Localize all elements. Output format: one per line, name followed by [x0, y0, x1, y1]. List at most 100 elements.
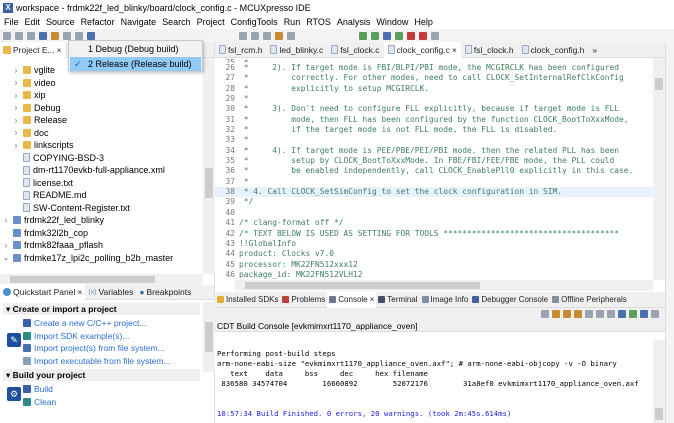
menu-configtools[interactable]: ConfigTools — [231, 17, 278, 27]
menu-edit[interactable]: Edit — [25, 17, 41, 27]
close-icon[interactable]: × — [77, 287, 82, 297]
tree-item[interactable]: license.txt — [0, 177, 203, 190]
chevron-right-icon[interactable]: › — [12, 66, 20, 75]
tab-clock-config-h[interactable]: clock_config.h — [518, 42, 589, 58]
tree-item[interactable]: › Debug — [0, 102, 203, 115]
tab-led-blinky-c[interactable]: led_blinky.c — [266, 42, 327, 58]
tab-breakpoints[interactable]: ● Breakpoints — [136, 284, 194, 300]
toolbar-icon[interactable] — [419, 31, 427, 40]
save-icon[interactable] — [15, 31, 23, 40]
menu-analysis[interactable]: Analysis — [337, 17, 371, 27]
scroll-lock-icon[interactable] — [574, 310, 582, 318]
toolbar-icon[interactable] — [87, 31, 95, 40]
quickstart-link[interactable]: Create a new C/C++ project... — [23, 317, 214, 330]
new-console-icon[interactable] — [651, 310, 659, 318]
console-output[interactable]: Performing post-build steps arm-none-eabi… — [217, 339, 653, 419]
menu-rtos[interactable]: RTOS — [306, 17, 331, 27]
toolbar-icon[interactable] — [407, 31, 415, 40]
vertical-scrollbar[interactable] — [203, 58, 215, 274]
save-all-icon[interactable] — [27, 31, 35, 40]
toolbar-icon[interactable] — [607, 310, 615, 318]
tab-debugger-console[interactable]: Debugger Console — [470, 292, 550, 308]
tree-item[interactable]: frdmk32l2b_cop — [0, 227, 203, 240]
section-header[interactable]: ▾ Build your project — [3, 369, 200, 381]
vertical-scrollbar[interactable] — [653, 58, 665, 280]
chevron-right-icon[interactable]: › — [12, 128, 20, 137]
toolbar-icon[interactable] — [75, 31, 83, 40]
horizontal-scrollbar[interactable] — [235, 280, 653, 291]
quickstart-link[interactable]: Clean — [23, 396, 214, 409]
menu-run[interactable]: Run — [284, 17, 301, 27]
chevron-right-icon[interactable]: › — [12, 116, 20, 125]
toolbar-icon[interactable] — [239, 31, 247, 40]
hammer-build-icon[interactable] — [51, 31, 59, 40]
menu-file[interactable]: File — [4, 17, 19, 27]
tree-item[interactable]: ⌄ frdmke17z_lpi2c_polling_b2b_master — [0, 252, 203, 265]
menu-help[interactable]: Help — [414, 17, 433, 27]
build-config-option[interactable]: 1 Debug (Debug build) — [70, 42, 201, 56]
tree-item[interactable]: README.md — [0, 189, 203, 202]
toolbar-icon[interactable] — [263, 31, 271, 40]
toolbar-icon[interactable] — [596, 310, 604, 318]
chevron-right-icon[interactable]: ⌄ — [2, 253, 10, 262]
gear-icon[interactable] — [431, 31, 439, 40]
quickstart-link[interactable]: Build — [23, 383, 214, 396]
tree-item[interactable]: › frdmk22f_led_blinky — [0, 214, 203, 227]
toolbar-icon[interactable] — [275, 31, 283, 40]
chevron-right-icon[interactable]: › — [2, 216, 10, 225]
tree-item[interactable]: dm-rt1170evkb-full-appliance.xml — [0, 164, 203, 177]
chevron-right-icon[interactable]: › — [12, 91, 20, 100]
tab-offline-peripherals[interactable]: Offline Peripherals — [550, 292, 629, 308]
close-icon[interactable]: × — [57, 45, 62, 55]
chevron-right-icon[interactable]: › — [2, 241, 10, 250]
tab-terminal[interactable]: Terminal — [376, 292, 419, 308]
toolbar-icon[interactable] — [251, 31, 259, 40]
menu-refactor[interactable]: Refactor — [81, 17, 115, 27]
tree-item[interactable]: COPYING-BSD-3 — [0, 152, 203, 165]
toolbar-icon[interactable] — [383, 31, 391, 40]
toolbar-icon[interactable] — [287, 31, 295, 40]
tab-quickstart-panel[interactable]: Quickstart Panel × — [0, 284, 86, 300]
tree-item[interactable]: › linkscripts — [0, 139, 203, 152]
toolbar-icon[interactable] — [585, 310, 593, 318]
tab-fsl-clock-h[interactable]: fsl_clock.h — [461, 42, 518, 58]
chevron-right-icon[interactable]: › — [12, 141, 20, 150]
quickstart-link[interactable]: Import executable from file system... — [23, 355, 214, 368]
toolbar-icon[interactable] — [552, 310, 560, 318]
tree-item[interactable]: SW-Content-Register.txt — [0, 202, 203, 215]
chevron-right-icon[interactable]: › — [12, 103, 20, 112]
menu-source[interactable]: Source — [46, 17, 75, 27]
close-icon[interactable]: × — [452, 45, 457, 55]
tab-console[interactable]: Console × — [327, 291, 377, 308]
vertical-scrollbar[interactable] — [653, 340, 665, 423]
debug-icon[interactable] — [371, 31, 379, 40]
tree-item[interactable]: › video — [0, 77, 203, 90]
tab-fsl-clock-c[interactable]: fsl_clock.c — [327, 42, 383, 58]
tab-problems[interactable]: Problems — [280, 292, 327, 308]
quickstart-link[interactable]: Import project(s) from file system... — [23, 342, 214, 355]
clear-console-icon[interactable] — [541, 310, 549, 318]
section-header[interactable]: ▾ Create or import a project — [3, 303, 200, 315]
run-icon[interactable] — [359, 31, 367, 40]
build-config-option[interactable]: ✓ 2 Release (Release build) — [70, 57, 201, 71]
menu-window[interactable]: Window — [376, 17, 408, 27]
quickstart-link[interactable]: Import SDK example(s)... — [23, 330, 214, 343]
tab-image-info[interactable]: Image Info — [420, 292, 471, 308]
tab-installed-sdks[interactable]: Installed SDKs — [215, 292, 280, 308]
tree-item[interactable]: › Release — [0, 114, 203, 127]
tab-overflow[interactable]: » — [588, 42, 601, 58]
toolbar-icon[interactable] — [618, 310, 626, 318]
chevron-right-icon[interactable]: › — [12, 78, 20, 87]
close-icon[interactable]: × — [370, 295, 375, 304]
tab-variables[interactable]: (x) Variables — [85, 284, 136, 300]
pin-console-icon[interactable] — [629, 310, 637, 318]
toolbar-icon[interactable] — [395, 31, 403, 40]
build-config-icon[interactable] — [39, 31, 47, 40]
new-icon[interactable] — [3, 31, 11, 40]
tab-clock-config-c[interactable]: clock_config.c × — [383, 41, 461, 58]
tree-item[interactable]: › frdmk82faaa_pflash — [0, 239, 203, 252]
toolbar-icon[interactable] — [63, 31, 71, 40]
tab-project-explorer[interactable]: Project E... × — [0, 41, 65, 58]
vertical-scrollbar[interactable] — [203, 302, 215, 372]
tab-fsl-rcm-h[interactable]: fsl_rcm.h — [215, 42, 266, 58]
